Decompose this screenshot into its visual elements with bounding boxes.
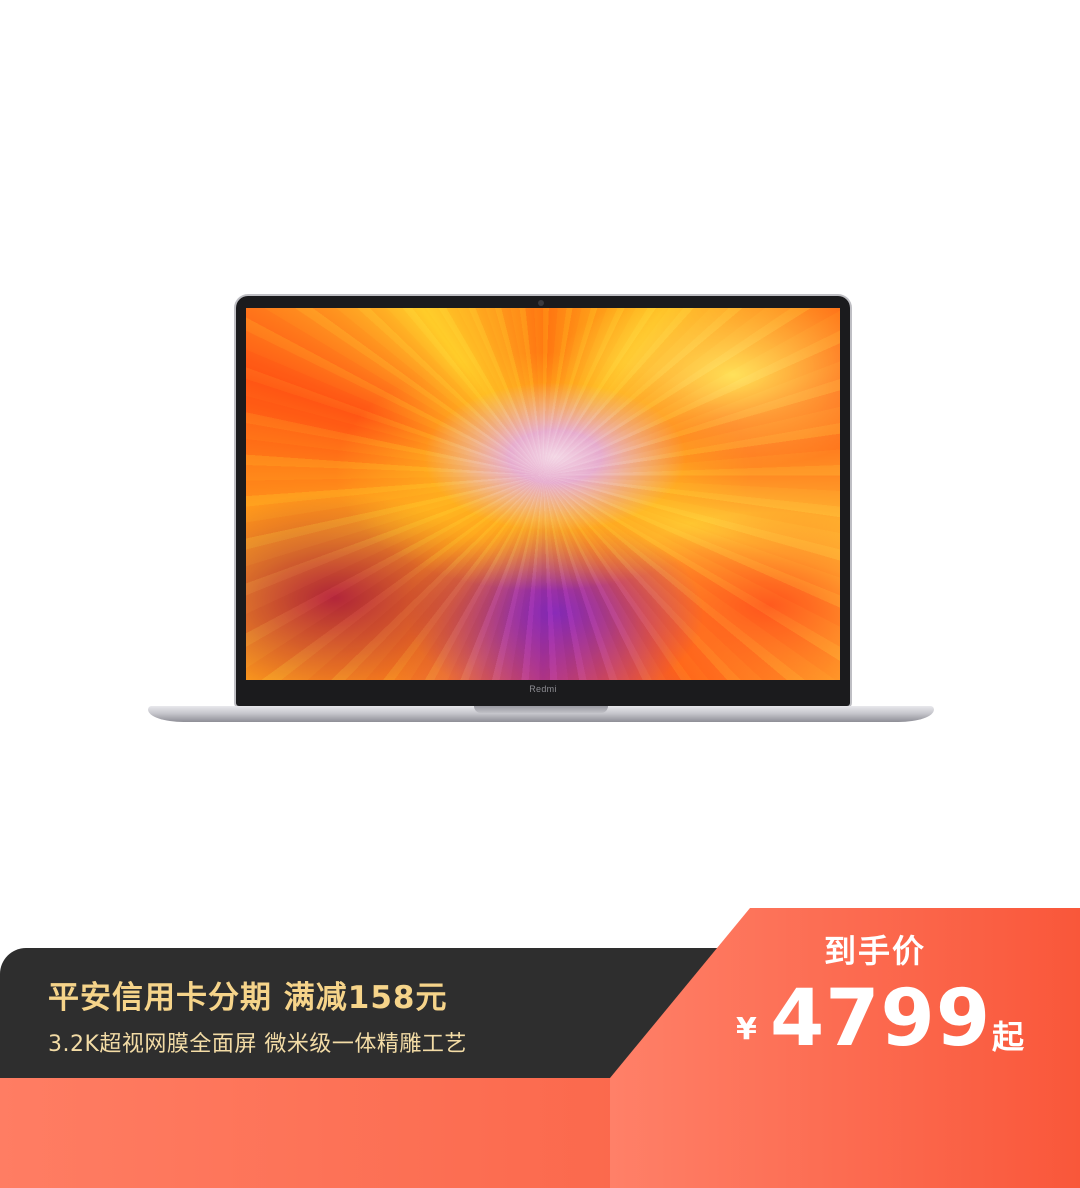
laptop-product-image: Redmi [148, 294, 934, 734]
brand-logo: Redmi [529, 684, 557, 694]
price-suffix: 起 [992, 1018, 1025, 1056]
product-card: Redmi 平安信用卡分期 满减158元 3.2K超视网膜全面屏 微米级一体精雕… [0, 0, 1080, 1188]
laptop-lid: Redmi [236, 296, 850, 706]
currency-symbol: ¥ [736, 1012, 757, 1047]
price-label: 到手价 [823, 932, 926, 970]
webcam-icon [538, 300, 544, 306]
promo-headline: 平安信用卡分期 满减158元 [48, 980, 448, 1016]
promo-subline: 3.2K超视网膜全面屏 微米级一体精雕工艺 [48, 1032, 467, 1057]
price-amount: 4799 [770, 974, 992, 1064]
laptop-lid-notch [474, 706, 608, 713]
laptop-bezel-chin: Redmi [246, 680, 840, 702]
laptop-screen-wallpaper [246, 308, 840, 680]
